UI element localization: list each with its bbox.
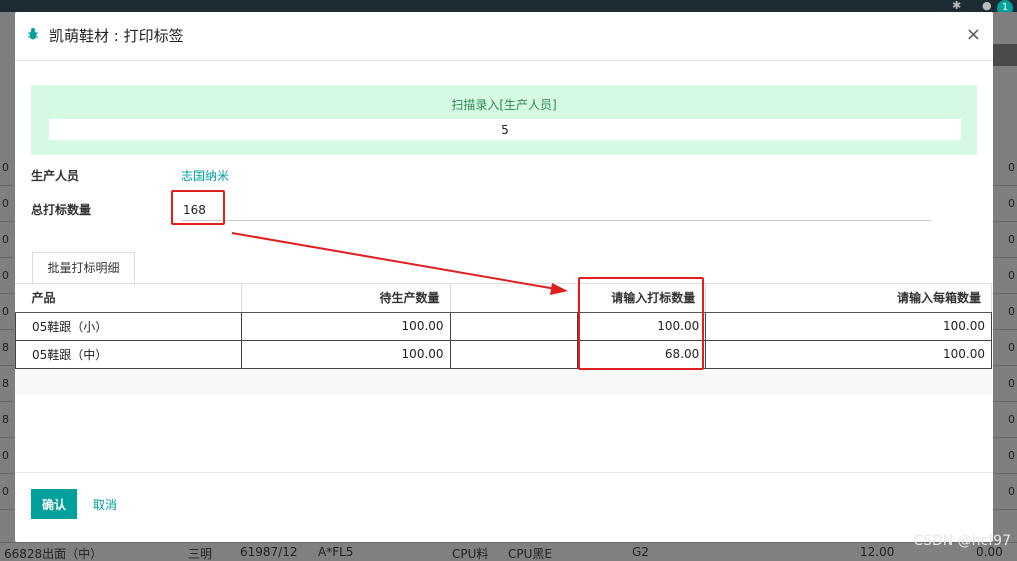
col-header-box-qty[interactable]: 请输入每箱数量 <box>705 284 992 313</box>
dialog-title: 凯萌鞋材 : 打印标签 <box>49 27 184 45</box>
bg-cell: 66828出面（中） <box>4 547 103 561</box>
cell-blank <box>449 311 579 341</box>
chat-icon[interactable]: ● <box>982 0 992 12</box>
annotation-box-total <box>171 190 225 225</box>
bg-cell: 0 <box>993 366 1017 402</box>
annotation-box-print-qty <box>578 277 704 370</box>
cell-box-qty[interactable]: 100.00 <box>705 339 992 369</box>
watermark: CSDN @hcf97 <box>913 533 1011 549</box>
background-bottom-row: 66828出面（中） 三明 61987/12 A*FL5 CPU料 CPU黑E … <box>0 542 1017 561</box>
bg-cell: 0 <box>0 294 14 330</box>
cell-blank <box>449 339 579 369</box>
bug-icon <box>28 28 38 40</box>
dialog-header: 凯萌鞋材 : 打印标签 × <box>15 12 993 61</box>
cancel-button[interactable]: 取消 <box>93 496 117 513</box>
cell-product: 05鞋跟（中） <box>15 339 242 369</box>
producer-label: 生产人员 <box>31 169 80 183</box>
total-label: 总打标数量 <box>31 203 92 217</box>
table-header-row: 产品 待生产数量 请输入打标数量 请输入每箱数量 <box>15 284 992 313</box>
bg-cell: 0 <box>0 186 14 222</box>
bg-cell: 三明 <box>188 547 213 561</box>
col-header-product[interactable]: 产品 <box>15 284 242 313</box>
col-header-pending[interactable]: 待生产数量 <box>241 284 451 313</box>
cell-box-qty[interactable]: 100.00 <box>705 311 992 341</box>
bg-cell: 0 <box>993 150 1017 186</box>
app-topbar: ✱ ● <box>0 0 1017 12</box>
bg-cell: 61987/12 <box>240 545 298 559</box>
producer-link[interactable]: 志国纳米 <box>181 167 229 184</box>
bug-icon[interactable]: ✱ <box>952 0 961 12</box>
tab-batch-detail[interactable]: 批量打标明细 <box>32 252 135 284</box>
bg-cell: 0 <box>993 402 1017 438</box>
scan-label: 扫描录入[生产人员] <box>451 98 557 112</box>
bg-cell: CPU黑E <box>508 547 552 561</box>
bg-cell: 0 <box>993 222 1017 258</box>
bg-cell: 0 <box>0 258 14 294</box>
confirm-button[interactable]: 确认 <box>31 489 77 519</box>
background-toolbar <box>993 44 1017 66</box>
table-row[interactable]: 05鞋跟（中） 100.00 68.00 100.00 <box>15 339 992 369</box>
background-column-right: 0 0 0 0 0 0 0 0 0 0 <box>993 150 1017 550</box>
cell-pending: 100.00 <box>240 339 451 369</box>
bg-cell: 0 <box>0 474 14 510</box>
bg-cell: G2 <box>632 545 649 559</box>
bg-cell: 0 <box>0 222 14 258</box>
footer-divider <box>15 472 993 473</box>
bg-cell: A*FL5 <box>318 545 354 559</box>
bg-cell: 12.00 <box>860 545 895 559</box>
table-empty-area <box>15 369 992 395</box>
bg-cell: CPU料 <box>452 547 489 561</box>
scan-input[interactable] <box>49 119 961 140</box>
bg-cell: 0 <box>993 438 1017 474</box>
table-row[interactable]: 05鞋跟（小） 100.00 100.00 100.00 <box>15 311 992 341</box>
bg-cell: 8 <box>0 330 14 366</box>
total-quantity-input[interactable] <box>181 200 931 221</box>
bg-cell: 0 <box>993 474 1017 510</box>
bg-cell: 0 <box>0 150 14 186</box>
detail-table: 产品 待生产数量 请输入打标数量 请输入每箱数量 05鞋跟（小） 100.00 … <box>15 284 992 369</box>
print-label-dialog: 凯萌鞋材 : 打印标签 × 扫描录入[生产人员] 生产人员 志国纳米 总打标数量… <box>15 12 993 542</box>
bg-cell: 8 <box>0 366 14 402</box>
bg-cell: 0 <box>0 438 14 474</box>
bg-cell: 0 <box>993 330 1017 366</box>
cell-pending: 100.00 <box>240 311 451 341</box>
bg-cell: 0 <box>993 186 1017 222</box>
scan-panel: 扫描录入[生产人员] <box>31 85 977 155</box>
background-column-left: 0 0 0 0 0 8 8 8 0 0 <box>0 150 14 550</box>
close-icon[interactable]: × <box>966 24 981 45</box>
bg-cell: 0 <box>993 294 1017 330</box>
cell-product: 05鞋跟（小） <box>15 311 242 341</box>
bg-cell: 0 <box>993 258 1017 294</box>
col-header-blank <box>450 284 579 313</box>
bg-cell: 8 <box>0 402 14 438</box>
